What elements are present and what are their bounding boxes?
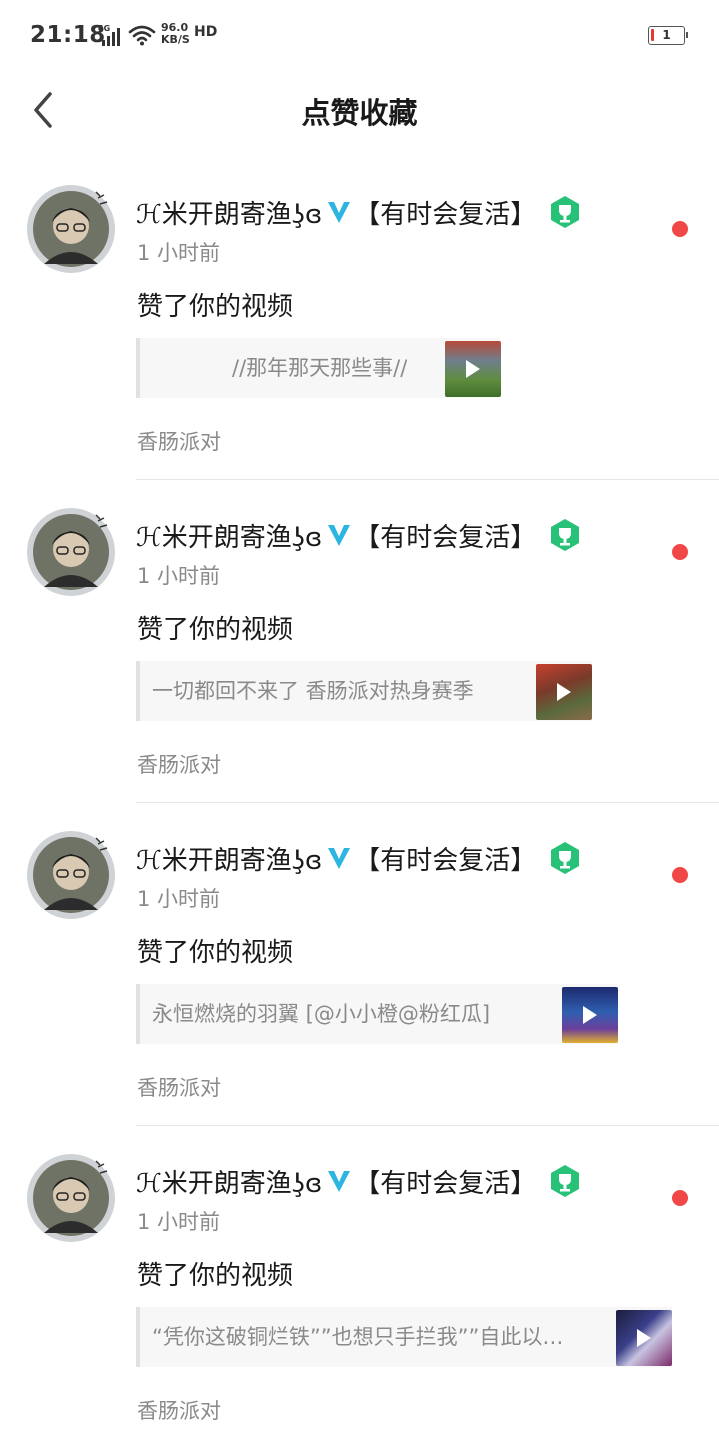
- trophy-icon: [551, 1165, 580, 1197]
- cellular-signal-icon: 4G: [98, 24, 122, 46]
- video-thumbnail[interactable]: [445, 341, 501, 397]
- name-row: ℋ米开朗寄渔ʖ̧ɞ 【有时会复活】: [136, 192, 582, 232]
- source-game: 香肠派对: [137, 1076, 221, 1100]
- timestamp: 1 小时前: [137, 1210, 221, 1234]
- page-title: 点赞收藏: [301, 96, 418, 130]
- trophy-icon: [551, 196, 580, 228]
- unread-dot: [672, 544, 688, 560]
- speed-unit: KB/S: [161, 33, 190, 46]
- timestamp: 1 小时前: [137, 564, 221, 588]
- username[interactable]: ℋ米开朗寄渔ʖ̧ɞ: [136, 1163, 322, 1200]
- name-row: ℋ米开朗寄渔ʖ̧ɞ 【有时会复活】: [136, 515, 582, 555]
- network-speed: 96.0 KB/S: [161, 22, 190, 46]
- notification-item[interactable]: ℋ米开朗寄渔ʖ̧ɞ 【有时会复活】 1 小时前 赞了你的视频 永恒燃烧的羽翼 […: [0, 826, 719, 1149]
- source-game: 香肠派对: [137, 1399, 221, 1423]
- divider: [136, 802, 719, 803]
- username[interactable]: ℋ米开朗寄渔ʖ̧ɞ: [136, 194, 322, 231]
- divider: [136, 479, 719, 480]
- avatar[interactable]: [26, 830, 116, 920]
- unread-dot: [672, 867, 688, 883]
- battery-icon: 1: [648, 26, 688, 45]
- play-icon: [466, 360, 480, 378]
- play-icon: [557, 683, 571, 701]
- battery-level: 1: [662, 28, 671, 42]
- name-row: ℋ米开朗寄渔ʖ̧ɞ 【有时会复活】: [136, 838, 582, 878]
- signal-bars: [102, 28, 120, 46]
- hd-icon: HD: [194, 24, 218, 40]
- notification-list: ℋ米开朗寄渔ʖ̧ɞ 【有时会复活】 1 小时前 赞了你的视频 //那年那天那些事…: [0, 180, 719, 1433]
- timestamp: 1 小时前: [137, 887, 221, 911]
- username[interactable]: ℋ米开朗寄渔ʖ̧ɞ: [136, 517, 322, 554]
- action-text: 赞了你的视频: [137, 292, 294, 322]
- unread-dot: [672, 221, 688, 237]
- video-title: 永恒燃烧的羽翼 [@小小橙@粉红瓜]: [152, 1002, 491, 1026]
- notification-item[interactable]: ℋ米开朗寄渔ʖ̧ɞ 【有时会复活】 1 小时前 赞了你的视频 一切都回不来了 香…: [0, 503, 719, 826]
- user-tagline: 【有时会复活】: [354, 845, 537, 876]
- play-icon: [583, 1006, 597, 1024]
- video-title: 一切都回不来了 香肠派对热身赛季: [152, 679, 474, 703]
- notification-item[interactable]: ℋ米开朗寄渔ʖ̧ɞ 【有时会复活】 1 小时前 赞了你的视频 “凭你这破铜烂铁”…: [0, 1149, 719, 1433]
- video-thumbnail[interactable]: [536, 664, 592, 720]
- user-tagline: 【有时会复活】: [354, 199, 537, 230]
- avatar[interactable]: [26, 184, 116, 274]
- timestamp: 1 小时前: [137, 241, 221, 265]
- divider: [136, 1125, 719, 1126]
- verified-v-icon: [328, 848, 351, 869]
- video-preview-card[interactable]: 一切都回不来了 香肠派对热身赛季: [136, 661, 592, 721]
- action-text: 赞了你的视频: [137, 1261, 294, 1291]
- video-preview-card[interactable]: 永恒燃烧的羽翼 [@小小橙@粉红瓜]: [136, 984, 618, 1044]
- action-text: 赞了你的视频: [137, 938, 294, 968]
- verified-v-icon: [328, 202, 351, 223]
- verified-v-icon: [328, 525, 351, 546]
- video-thumbnail[interactable]: [562, 987, 618, 1043]
- name-row: ℋ米开朗寄渔ʖ̧ɞ 【有时会复活】: [136, 1161, 582, 1201]
- verified-v-icon: [328, 1171, 351, 1192]
- source-game: 香肠派对: [137, 753, 221, 777]
- trophy-icon: [551, 842, 580, 874]
- wifi-icon: [128, 25, 156, 46]
- trophy-icon: [551, 519, 580, 551]
- action-text: 赞了你的视频: [137, 615, 294, 645]
- username[interactable]: ℋ米开朗寄渔ʖ̧ɞ: [136, 840, 322, 877]
- avatar[interactable]: [26, 507, 116, 597]
- status-time: 21:18: [30, 22, 106, 48]
- video-preview-card[interactable]: //那年那天那些事//: [136, 338, 501, 398]
- notification-item[interactable]: ℋ米开朗寄渔ʖ̧ɞ 【有时会复活】 1 小时前 赞了你的视频 //那年那天那些事…: [0, 180, 719, 503]
- user-tagline: 【有时会复活】: [354, 522, 537, 553]
- unread-dot: [672, 1190, 688, 1206]
- play-icon: [637, 1329, 651, 1347]
- avatar[interactable]: [26, 1153, 116, 1243]
- header-bar: 点赞收藏: [0, 72, 719, 148]
- video-thumbnail[interactable]: [616, 1310, 672, 1366]
- user-tagline: 【有时会复活】: [354, 1168, 537, 1199]
- video-title: //那年那天那些事//: [232, 356, 408, 380]
- video-preview-card[interactable]: “凭你这破铜烂铁””也想只手拦我””自此以…: [136, 1307, 672, 1367]
- source-game: 香肠派对: [137, 430, 221, 454]
- video-title: “凭你这破铜烂铁””也想只手拦我””自此以…: [152, 1325, 564, 1349]
- status-bar: 21:18 4G 96.0 KB/S HD 1: [0, 0, 719, 72]
